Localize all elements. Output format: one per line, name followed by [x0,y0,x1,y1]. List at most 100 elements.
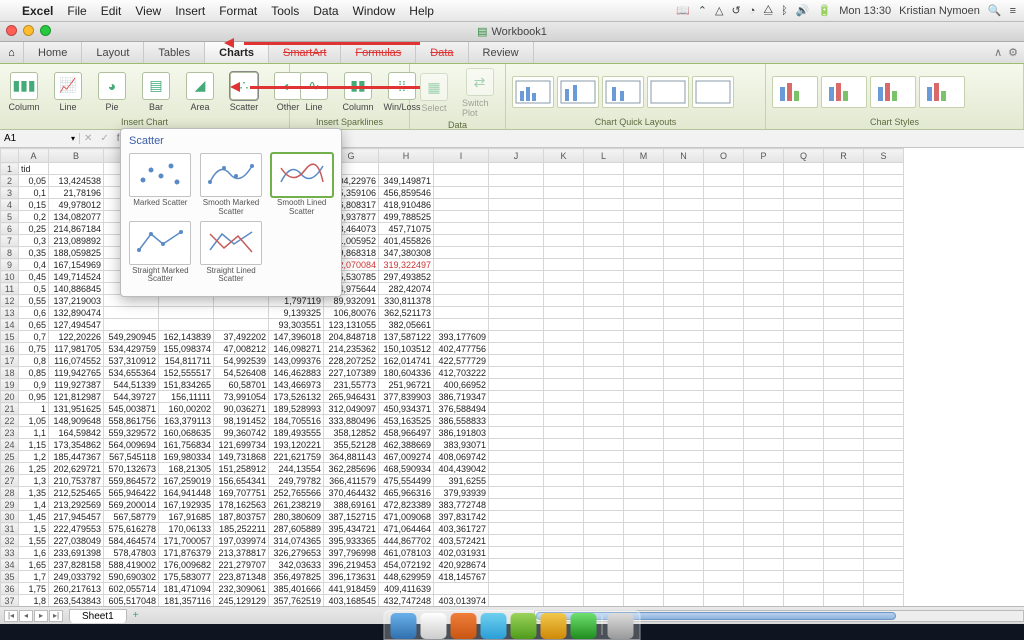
cell[interactable] [824,343,864,355]
cell[interactable] [544,355,584,367]
cell[interactable]: 422,577729 [434,355,489,367]
cell[interactable]: 185,252211 [214,523,269,535]
cell[interactable] [584,223,624,235]
cell[interactable] [824,319,864,331]
cell[interactable] [744,523,784,535]
cell[interactable]: 570,132673 [104,463,159,475]
cell[interactable]: 143,099376 [269,355,324,367]
cell[interactable] [864,199,904,211]
cell[interactable]: 0,65 [19,319,49,331]
cell[interactable] [434,223,489,235]
cell[interactable]: 221,621759 [269,451,324,463]
cell[interactable] [744,475,784,487]
cell[interactable] [584,343,624,355]
cell[interactable]: 565,946422 [104,487,159,499]
cell[interactable]: 180,604336 [379,367,434,379]
cell[interactable]: 261,238219 [269,499,324,511]
name-box[interactable]: A1▾ [0,133,80,144]
cell[interactable] [704,343,744,355]
cell[interactable] [784,547,824,559]
chart-line-button[interactable]: 📈Line [50,70,86,114]
row-header[interactable]: 37 [1,595,19,607]
cell[interactable] [744,175,784,187]
cell[interactable] [744,595,784,607]
cell[interactable] [824,331,864,343]
cell[interactable] [784,559,824,571]
tab-home[interactable]: Home [24,42,82,63]
cell[interactable] [744,559,784,571]
cell[interactable] [744,163,784,175]
cell[interactable] [664,415,704,427]
chart-style-3[interactable] [870,76,916,108]
cell[interactable] [664,463,704,475]
column-header[interactable]: L [584,149,624,163]
menubar-battery-icon[interactable]: 🔋 [817,4,831,17]
cell[interactable]: 152,555517 [159,367,214,379]
cell[interactable] [704,427,744,439]
cell[interactable]: 450,934371 [379,403,434,415]
cell[interactable]: 37,492202 [214,331,269,343]
row-header[interactable]: 18 [1,367,19,379]
cell[interactable]: 249,033792 [49,571,104,583]
tab-data[interactable]: Data [416,42,468,63]
cell[interactable] [584,307,624,319]
cell[interactable] [624,535,664,547]
menubar-user[interactable]: Kristian Nymoen [899,5,980,17]
cell[interactable] [864,295,904,307]
cell[interactable] [624,379,664,391]
row-header[interactable]: 33 [1,547,19,559]
cell[interactable]: 106,80076 [324,307,379,319]
cell[interactable]: 403,572421 [434,535,489,547]
cell[interactable]: 287,605889 [269,523,324,535]
cell[interactable]: 366,411579 [324,475,379,487]
cell[interactable] [864,583,904,595]
cell[interactable] [584,235,624,247]
cell[interactable]: 549,290945 [104,331,159,343]
cell[interactable] [544,451,584,463]
cell[interactable] [584,451,624,463]
cell[interactable] [49,163,104,175]
cell[interactable] [624,235,664,247]
cell[interactable]: 412,703222 [434,367,489,379]
cell[interactable] [584,475,624,487]
cell[interactable]: 569,200014 [104,499,159,511]
cell[interactable] [864,163,904,175]
cell[interactable] [864,415,904,427]
cell[interactable]: 397,796998 [324,547,379,559]
cell[interactable] [544,415,584,427]
cell[interactable] [824,199,864,211]
cell[interactable]: 164,941448 [159,487,214,499]
cell[interactable]: 605,517048 [104,595,159,607]
cell[interactable]: 347,380308 [379,247,434,259]
cell[interactable] [489,163,544,175]
cell[interactable] [824,475,864,487]
cell[interactable] [744,331,784,343]
cell[interactable]: 223,871348 [214,571,269,583]
data-select-button[interactable]: ▦Select [416,71,452,115]
cell[interactable] [824,355,864,367]
menubar-gdrive-icon[interactable]: △ [715,4,723,17]
cell[interactable] [744,499,784,511]
dock-app-icon[interactable] [541,613,567,639]
cell[interactable]: 395,933365 [324,535,379,547]
cell[interactable] [664,199,704,211]
cell[interactable] [784,247,824,259]
cell[interactable] [704,571,744,583]
cell[interactable]: 1,25 [19,463,49,475]
cell[interactable]: 396,219453 [324,559,379,571]
cell[interactable] [784,355,824,367]
cell[interactable] [544,499,584,511]
column-header[interactable]: S [864,149,904,163]
cell[interactable] [624,271,664,283]
cell[interactable]: 472,823389 [379,499,434,511]
cell[interactable]: 379,93939 [434,487,489,499]
cell[interactable]: 221,279707 [214,559,269,571]
dock-app-icon[interactable] [511,613,537,639]
cell[interactable] [864,355,904,367]
cell[interactable] [664,475,704,487]
cell[interactable]: 167,192935 [159,499,214,511]
add-sheet-button[interactable]: + [127,610,145,621]
cell[interactable] [784,403,824,415]
cell[interactable] [784,271,824,283]
cell[interactable]: 0,85 [19,367,49,379]
